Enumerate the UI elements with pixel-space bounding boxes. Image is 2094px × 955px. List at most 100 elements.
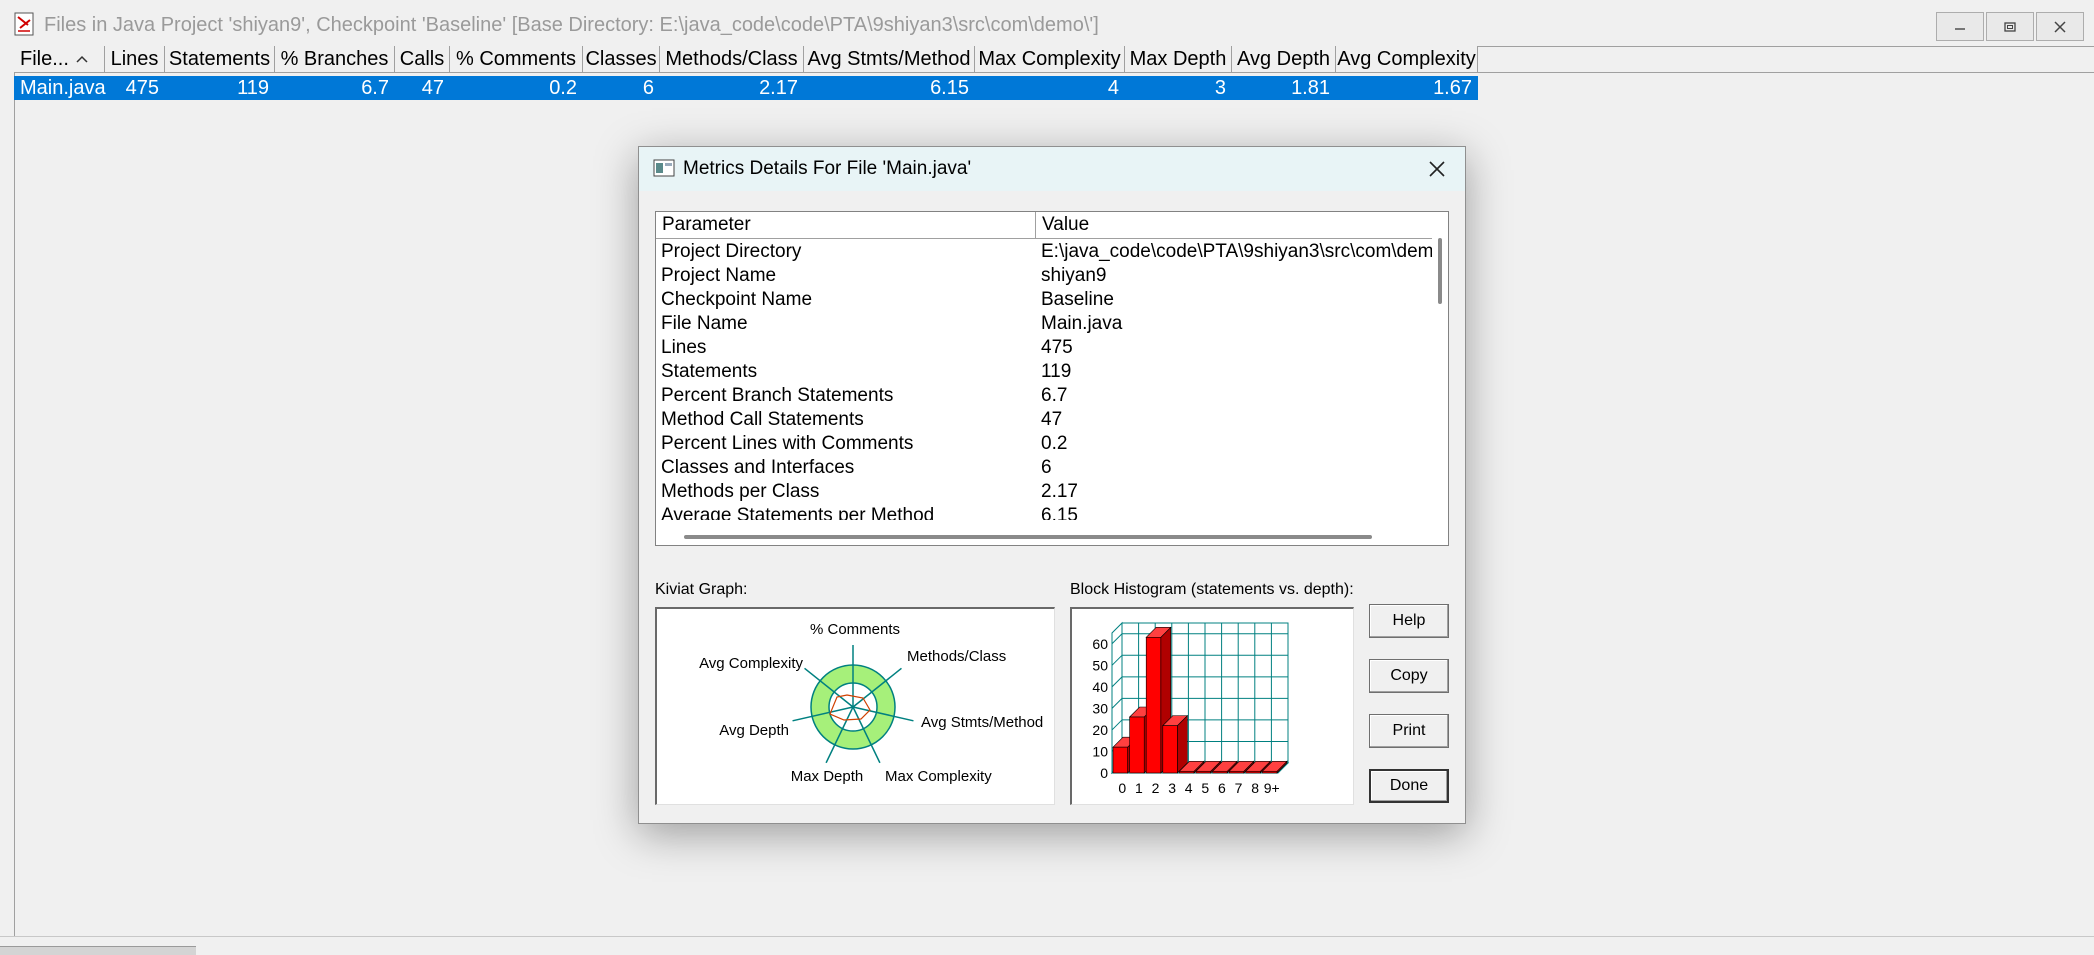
parameter-cell: Percent Branch Statements bbox=[661, 385, 894, 406]
dialog-window-icon bbox=[653, 159, 675, 177]
parameter-cell: File Name bbox=[661, 313, 748, 334]
value-cell: 475 bbox=[1041, 337, 1073, 358]
column-header-branches[interactable]: % Branches bbox=[275, 46, 395, 73]
list-item[interactable]: Statements 119 bbox=[656, 360, 1434, 384]
close-window-button[interactable] bbox=[2036, 12, 2084, 41]
column-header-statements[interactable]: Statements bbox=[165, 46, 275, 73]
kiviat-axis-label-avg-stmts: Avg Stmts/Method bbox=[921, 714, 1043, 731]
dialog-titlebar: Metrics Details For File 'Main.java' bbox=[639, 147, 1465, 191]
done-button[interactable]: Done bbox=[1369, 769, 1449, 803]
column-header-avg-complexity[interactable]: Avg Complexity bbox=[1336, 46, 1478, 73]
file-cell: 1.81 bbox=[1291, 77, 1330, 99]
parameter-cell: Lines bbox=[661, 337, 707, 358]
file-cell: 2.17 bbox=[759, 77, 798, 99]
column-header-label: Classes bbox=[585, 48, 657, 70]
sort-ascending-icon bbox=[76, 55, 88, 63]
file-cell: 1.67 bbox=[1433, 77, 1472, 99]
column-header-lines[interactable]: Lines bbox=[105, 46, 165, 73]
help-button[interactable]: Help bbox=[1369, 604, 1449, 638]
histogram-bar bbox=[1179, 770, 1195, 774]
histogram-bar bbox=[1112, 746, 1128, 774]
column-header-max-depth[interactable]: Max Depth bbox=[1125, 46, 1232, 73]
copy-button[interactable]: Copy bbox=[1369, 659, 1449, 693]
value-cell: E:\java_code\code\PTA\9shiyan3\src\com\d… bbox=[1041, 241, 1434, 262]
dialog-close-button[interactable] bbox=[1423, 155, 1451, 183]
file-cell: 6.7 bbox=[361, 77, 389, 99]
y-tick-label: 20 bbox=[1092, 722, 1108, 738]
kiviat-axis-label-avg-depth: Avg Depth bbox=[719, 722, 789, 739]
restore-icon bbox=[2004, 21, 2016, 32]
x-tick-label: 6 bbox=[1218, 780, 1226, 796]
list-item[interactable]: Methods per Class 2.17 bbox=[656, 480, 1434, 504]
parameter-cell: Percent Lines with Comments bbox=[661, 433, 914, 454]
file-cell: 475 bbox=[125, 77, 159, 99]
horizontal-scrollbar[interactable] bbox=[656, 529, 1448, 545]
value-cell: Baseline bbox=[1041, 289, 1114, 310]
metrics-dialog: Metrics Details For File 'Main.java' Par… bbox=[638, 146, 1466, 824]
histogram-bar bbox=[1145, 637, 1162, 774]
x-tick-label: 2 bbox=[1152, 780, 1160, 796]
file-cell: 119 bbox=[237, 77, 269, 99]
column-header-label: % Comments bbox=[455, 48, 577, 70]
y-tick-label: 50 bbox=[1092, 657, 1108, 673]
minimize-button[interactable] bbox=[1936, 12, 1984, 41]
column-header-label: Methods/Class bbox=[665, 48, 798, 70]
block-histogram: 01020304050600 1 2 3 4 5 6 7 8 9+ bbox=[1092, 621, 1290, 796]
kiviat-axis-label-avg-complexity: Avg Complexity bbox=[699, 655, 803, 672]
list-item[interactable]: Lines 475 bbox=[656, 336, 1434, 360]
column-header-file[interactable]: File... bbox=[14, 46, 105, 73]
kiviat-label: Kiviat Graph: bbox=[655, 581, 748, 598]
column-header-calls[interactable]: Calls bbox=[395, 46, 450, 73]
y-tick-label: 0 bbox=[1100, 765, 1108, 781]
x-tick-label: 5 bbox=[1201, 780, 1209, 796]
kiviat-axis-label-max-depth: Max Depth bbox=[791, 768, 864, 785]
header-divider bbox=[14, 72, 2094, 73]
horizontal-scroll-thumb[interactable] bbox=[684, 535, 1372, 539]
app-icon bbox=[14, 12, 34, 36]
column-header-classes[interactable]: Classes bbox=[583, 46, 660, 73]
table-row[interactable]: Main.java 475 119 6.7 47 0.2 6 2.17 6.15 4 3 1.81 1.… bbox=[14, 76, 1478, 100]
file-cell: 0.2 bbox=[549, 77, 577, 99]
list-item[interactable]: Average Statements per Method 6.15 bbox=[656, 504, 1434, 520]
header-parameter[interactable]: Parameter bbox=[656, 212, 1036, 238]
column-header-label: File... bbox=[20, 48, 69, 70]
list-item[interactable]: File Name Main.java bbox=[656, 312, 1434, 336]
column-header-avg-depth[interactable]: Avg Depth bbox=[1232, 46, 1336, 73]
status-area bbox=[0, 936, 2094, 955]
parameter-cell: Methods per Class bbox=[661, 481, 820, 502]
header-value[interactable]: Value bbox=[1036, 212, 1434, 238]
column-header-label: Avg Depth bbox=[1236, 48, 1331, 70]
maximize-button[interactable] bbox=[1986, 12, 2034, 41]
x-tick-label: 9+ bbox=[1264, 780, 1280, 796]
column-header-avg-stmts-method[interactable]: Avg Stmts/Method bbox=[804, 46, 975, 73]
print-button[interactable]: Print bbox=[1369, 714, 1449, 748]
column-header-label: Max Depth bbox=[1129, 48, 1227, 70]
metrics-grid[interactable]: Parameter Value Project Directory E:\java… bbox=[655, 211, 1449, 546]
parameter-cell: Statements bbox=[661, 361, 758, 382]
window-titlebar: Files in Java Project 'shiyan9', Checkpo… bbox=[0, 0, 2094, 43]
x-tick-label: 8 bbox=[1251, 780, 1259, 796]
histogram-bar bbox=[1195, 770, 1211, 774]
histogram-bar bbox=[1212, 770, 1228, 774]
column-header-max-complexity[interactable]: Max Complexity bbox=[975, 46, 1125, 73]
list-item[interactable]: Method Call Statements 47 bbox=[656, 408, 1434, 432]
column-header-label: Statements bbox=[168, 48, 271, 70]
list-item[interactable]: Classes and Interfaces 6 bbox=[656, 456, 1434, 480]
histogram-bar bbox=[1262, 770, 1278, 774]
column-header-comments[interactable]: % Comments bbox=[450, 46, 583, 73]
list-item[interactable]: Project Directory E:\java_code\code\PTA\9… bbox=[656, 240, 1434, 264]
file-cell: 3 bbox=[1214, 77, 1226, 99]
list-item[interactable]: Percent Lines with Comments 0.2 bbox=[656, 432, 1434, 456]
kiviat-axis-label-comments: % Comments bbox=[810, 621, 900, 638]
vertical-scroll-thumb[interactable] bbox=[1438, 238, 1442, 304]
list-item[interactable]: Percent Branch Statements 6.7 bbox=[656, 384, 1434, 408]
list-item[interactable]: Project Name shiyan9 bbox=[656, 264, 1434, 288]
vertical-scrollbar[interactable] bbox=[1432, 212, 1448, 530]
file-cell: 6.15 bbox=[930, 77, 969, 99]
value-cell: 47 bbox=[1041, 409, 1063, 430]
dialog-title: Metrics Details For File 'Main.java' bbox=[683, 158, 972, 179]
column-header-methods-class[interactable]: Methods/Class bbox=[660, 46, 804, 73]
list-item[interactable]: Checkpoint Name Baseline bbox=[656, 288, 1434, 312]
value-cell: 6.7 bbox=[1041, 385, 1068, 406]
close-icon bbox=[2054, 20, 2066, 33]
